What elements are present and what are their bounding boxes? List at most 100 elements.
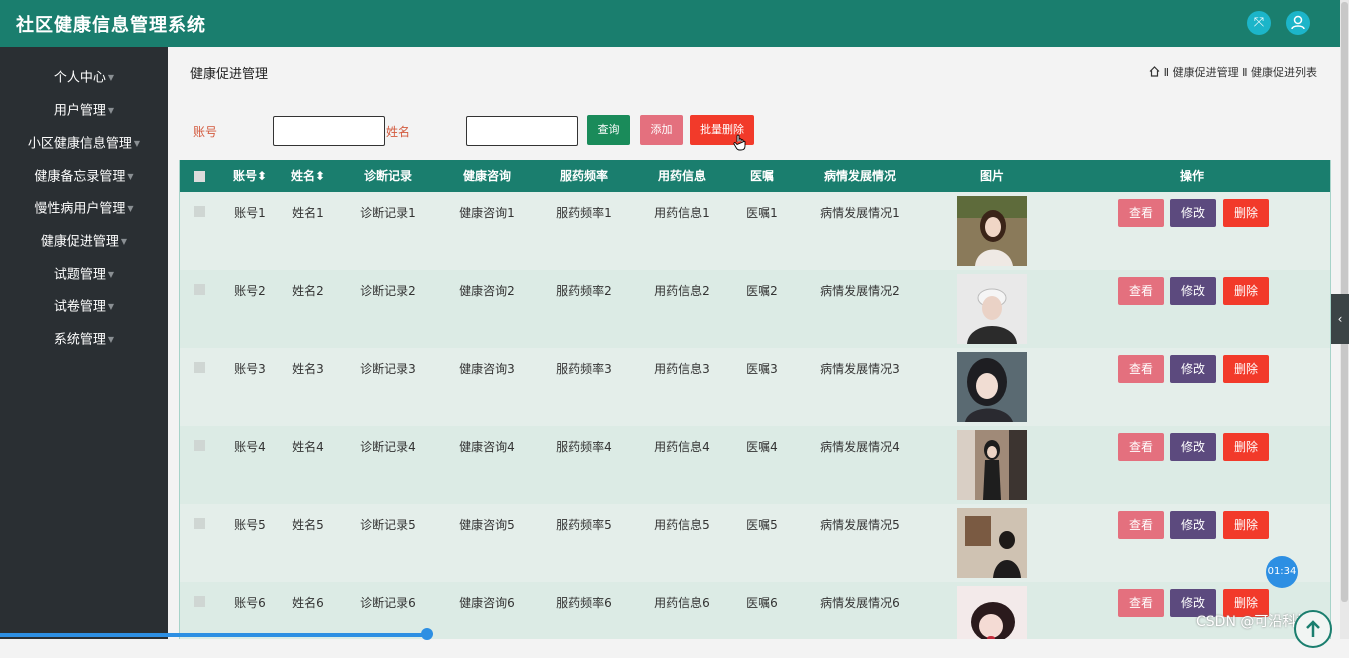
name-search-input[interactable] bbox=[466, 116, 578, 146]
sidebar-item-health-promotion[interactable]: 健康促进管理 ▼ bbox=[0, 230, 168, 254]
row-photo[interactable] bbox=[957, 274, 1027, 344]
cell-name: 姓名2 bbox=[292, 284, 324, 298]
cell-consult: 健康咨询5 bbox=[459, 518, 515, 532]
row-checkbox[interactable] bbox=[194, 284, 205, 295]
edit-button[interactable]: 修改 bbox=[1170, 199, 1216, 227]
cell-frequency: 服药频率5 bbox=[556, 518, 612, 532]
sidebar-item-community-health[interactable]: 小区健康信息管理 ▼ bbox=[0, 132, 168, 156]
caret-down-icon: ▼ bbox=[107, 270, 115, 279]
edit-button[interactable]: 修改 bbox=[1170, 355, 1216, 383]
col-header-frequency: 服药频率 bbox=[559, 169, 608, 183]
sidebar-item-user-management[interactable]: 用户管理 ▼ bbox=[0, 99, 168, 123]
account-search-input[interactable] bbox=[273, 116, 385, 146]
col-header-advice: 医嘱 bbox=[749, 169, 774, 183]
cell-medicine: 用药信息2 bbox=[654, 284, 710, 298]
row-checkbox[interactable] bbox=[194, 596, 205, 607]
delete-button[interactable]: 删除 bbox=[1223, 511, 1269, 539]
select-all-checkbox[interactable] bbox=[194, 171, 205, 182]
edit-button[interactable]: 修改 bbox=[1170, 433, 1216, 461]
horizontal-scrollbar-handle[interactable] bbox=[421, 628, 433, 640]
sidebar-item-health-memo[interactable]: 健康备忘录管理 ▼ bbox=[0, 165, 168, 189]
col-header-actions: 操作 bbox=[1179, 169, 1204, 183]
delete-button[interactable]: 删除 bbox=[1223, 199, 1269, 227]
sidebar-item-chronic-users[interactable]: 慢性病用户管理 ▼ bbox=[0, 197, 168, 221]
sidebar-item-label: 试题管理 bbox=[53, 267, 106, 283]
view-button[interactable]: 查看 bbox=[1118, 199, 1164, 227]
sidebar-item-exam-papers[interactable]: 试卷管理 ▼ bbox=[0, 295, 168, 319]
cell-medicine: 用药信息4 bbox=[654, 440, 710, 454]
cell-medicine: 用药信息6 bbox=[654, 596, 710, 610]
cell-name: 姓名6 bbox=[292, 596, 324, 610]
cell-frequency: 服药频率3 bbox=[556, 362, 612, 376]
fullscreen-icon[interactable]: ⤧ bbox=[1247, 11, 1271, 35]
table-row: 账号2 姓名2 诊断记录2 健康咨询2 服药频率2 用药信息2 医嘱2 病情发展… bbox=[180, 270, 1330, 348]
add-button[interactable]: 添加 bbox=[640, 115, 683, 145]
row-photo[interactable] bbox=[957, 430, 1027, 500]
cell-consult: 健康咨询6 bbox=[459, 596, 515, 610]
cell-name: 姓名3 bbox=[292, 362, 324, 376]
cell-diagnosis: 诊断记录4 bbox=[360, 440, 416, 454]
cell-name: 姓名5 bbox=[292, 518, 324, 532]
row-photo[interactable] bbox=[957, 586, 1027, 639]
breadcrumb: Ⅱ 健康促进管理 Ⅱ 健康促进列表 bbox=[1149, 64, 1317, 80]
row-checkbox[interactable] bbox=[194, 518, 205, 529]
table-row: 账号4 姓名4 诊断记录4 健康咨询4 服药频率4 用药信息4 医嘱4 病情发展… bbox=[180, 426, 1330, 504]
caret-down-icon: ▼ bbox=[127, 172, 134, 181]
row-checkbox[interactable] bbox=[194, 440, 205, 451]
cell-account: 账号4 bbox=[234, 440, 266, 454]
cell-diagnosis: 诊断记录5 bbox=[360, 518, 416, 532]
cell-diagnosis: 诊断记录6 bbox=[360, 596, 416, 610]
cell-medicine: 用药信息1 bbox=[654, 206, 710, 220]
cell-name: 姓名4 bbox=[292, 440, 324, 454]
row-checkbox[interactable] bbox=[194, 362, 205, 373]
horizontal-scrollbar[interactable] bbox=[0, 633, 430, 637]
caret-down-icon: ▼ bbox=[107, 106, 115, 115]
edit-button[interactable]: 修改 bbox=[1170, 277, 1216, 305]
edit-button[interactable]: 修改 bbox=[1170, 511, 1216, 539]
col-header-name[interactable]: 姓名⬍ bbox=[286, 160, 330, 192]
delete-button[interactable]: 删除 bbox=[1223, 277, 1269, 305]
sidebar-item-system[interactable]: 系统管理 ▼ bbox=[0, 328, 168, 352]
col-header-account[interactable]: 账号⬍ bbox=[228, 160, 272, 192]
collapse-panel-tab[interactable]: ‹ bbox=[1331, 294, 1349, 344]
sidebar-item-personal-center[interactable]: 个人中心 ▼ bbox=[0, 66, 168, 90]
cell-frequency: 服药频率1 bbox=[556, 206, 612, 220]
cell-account: 账号6 bbox=[234, 596, 266, 610]
sidebar-item-label: 用户管理 bbox=[53, 103, 106, 119]
caret-down-icon: ▼ bbox=[120, 237, 128, 246]
cell-account: 账号2 bbox=[234, 284, 266, 298]
cell-progress: 病情发展情况1 bbox=[820, 206, 900, 220]
back-to-top-button[interactable] bbox=[1294, 610, 1332, 648]
row-photo[interactable] bbox=[957, 508, 1027, 578]
col-header-consult: 健康咨询 bbox=[462, 169, 511, 183]
arrow-up-icon bbox=[1306, 620, 1320, 637]
view-button[interactable]: 查看 bbox=[1118, 433, 1164, 461]
delete-button[interactable]: 删除 bbox=[1223, 433, 1269, 461]
caret-down-icon: ▼ bbox=[107, 73, 115, 82]
view-button[interactable]: 查看 bbox=[1118, 511, 1164, 539]
table-row: 账号5 姓名5 诊断记录5 健康咨询5 服药频率5 用药信息5 医嘱5 病情发展… bbox=[180, 504, 1330, 582]
query-button[interactable]: 查询 bbox=[587, 115, 630, 145]
delete-button[interactable]: 删除 bbox=[1223, 355, 1269, 383]
view-button[interactable]: 查看 bbox=[1118, 277, 1164, 305]
sort-icon[interactable]: ⬍ bbox=[315, 169, 325, 183]
view-button[interactable]: 查看 bbox=[1118, 589, 1164, 617]
sort-icon[interactable]: ⬍ bbox=[257, 169, 267, 183]
table-row: 账号1 姓名1 诊断记录1 健康咨询1 服药频率1 用药信息1 医嘱1 病情发展… bbox=[180, 192, 1330, 270]
home-icon[interactable] bbox=[1149, 66, 1160, 77]
sidebar-item-questions[interactable]: 试题管理 ▼ bbox=[0, 263, 168, 287]
cell-progress: 病情发展情况3 bbox=[820, 362, 900, 376]
cell-medicine: 用药信息5 bbox=[654, 518, 710, 532]
row-checkbox[interactable] bbox=[194, 206, 205, 217]
cell-account: 账号3 bbox=[234, 362, 266, 376]
page-title: 健康促进管理 bbox=[190, 67, 269, 82]
view-button[interactable]: 查看 bbox=[1118, 355, 1164, 383]
cell-account: 账号1 bbox=[234, 206, 266, 220]
cell-consult: 健康咨询3 bbox=[459, 362, 515, 376]
row-photo[interactable] bbox=[957, 196, 1027, 266]
breadcrumb-path[interactable]: Ⅱ 健康促进管理 Ⅱ 健康促进列表 bbox=[1164, 66, 1317, 79]
cell-advice: 医嘱4 bbox=[746, 440, 778, 454]
account-label: 账号 bbox=[193, 125, 218, 139]
user-icon[interactable] bbox=[1286, 11, 1310, 35]
row-photo[interactable] bbox=[957, 352, 1027, 422]
